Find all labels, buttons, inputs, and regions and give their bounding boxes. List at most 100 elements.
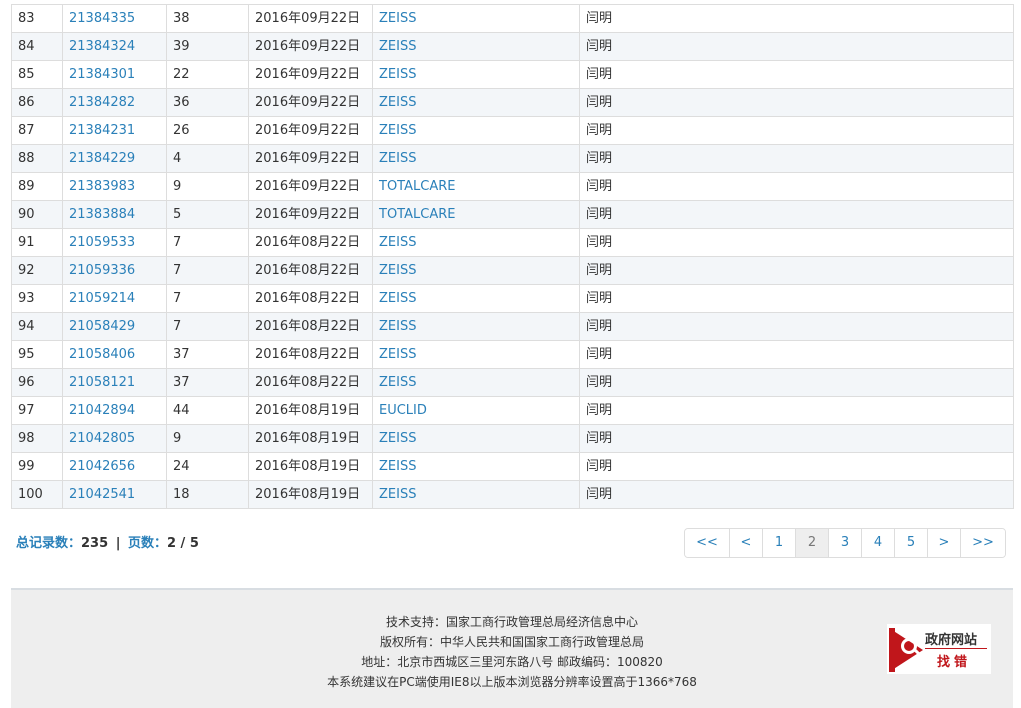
cell-brand: ZEISS bbox=[372, 452, 580, 481]
row-index: 99 bbox=[18, 459, 35, 474]
registration-number-link[interactable]: 21059214 bbox=[69, 291, 135, 306]
row-index: 90 bbox=[18, 207, 35, 222]
cell-idx: 87 bbox=[11, 116, 63, 145]
pagination-next[interactable]: > bbox=[927, 529, 960, 557]
registration-number-link[interactable]: 21384282 bbox=[69, 95, 135, 110]
brand-name-link[interactable]: EUCLID bbox=[379, 403, 427, 418]
row-index: 88 bbox=[18, 151, 35, 166]
registration-number-link[interactable]: 21042541 bbox=[69, 487, 135, 502]
pagination-page-1[interactable]: 1 bbox=[762, 529, 795, 557]
cell-idx: 88 bbox=[11, 144, 63, 173]
row-index: 92 bbox=[18, 263, 35, 278]
registration-number-link[interactable]: 21384229 bbox=[69, 151, 135, 166]
cell-idx: 89 bbox=[11, 172, 63, 201]
application-date: 2016年08月19日 bbox=[255, 431, 361, 446]
application-date: 2016年09月22日 bbox=[255, 95, 361, 110]
brand-name-link[interactable]: ZEISS bbox=[379, 431, 416, 446]
registration-number-link[interactable]: 21059533 bbox=[69, 235, 135, 250]
brand-name-link[interactable]: ZEISS bbox=[379, 347, 416, 362]
cell-class: 37 bbox=[166, 368, 249, 397]
registration-number-link[interactable]: 21059336 bbox=[69, 263, 135, 278]
registration-number-link[interactable]: 21042894 bbox=[69, 403, 135, 418]
cell-reg_no: 21058121 bbox=[62, 368, 167, 397]
pagination-first[interactable]: << bbox=[685, 529, 729, 557]
cell-date: 2016年09月22日 bbox=[248, 144, 373, 173]
brand-name-link[interactable]: TOTALCARE bbox=[379, 207, 455, 222]
cell-date: 2016年08月22日 bbox=[248, 368, 373, 397]
registration-number-link[interactable]: 21058121 bbox=[69, 375, 135, 390]
pagination-prev[interactable]: < bbox=[729, 529, 762, 557]
table-row: 91 21059533 7 2016年08月22日 ZEISS 闫明 bbox=[11, 228, 1014, 257]
cell-reg_no: 21384231 bbox=[62, 116, 167, 145]
class-number: 39 bbox=[173, 39, 190, 54]
registration-number-link[interactable]: 21383983 bbox=[69, 179, 135, 194]
cell-agent: 闫明 bbox=[579, 284, 1014, 313]
class-number: 7 bbox=[173, 291, 182, 306]
registration-number-link[interactable]: 21042656 bbox=[69, 459, 135, 474]
cell-date: 2016年09月22日 bbox=[248, 116, 373, 145]
brand-name-link[interactable]: ZEISS bbox=[379, 95, 416, 110]
table-row: 88 21384229 4 2016年09月22日 ZEISS 闫明 bbox=[11, 144, 1014, 173]
brand-name-link[interactable]: ZEISS bbox=[379, 459, 416, 474]
footer-copyright: 版权所有：中华人民共和国国家工商行政管理总局 bbox=[379, 635, 644, 649]
cell-date: 2016年08月19日 bbox=[248, 396, 373, 425]
gov-site-error-report-badge[interactable]: 政府网站 找错 bbox=[887, 624, 991, 674]
brand-name-link[interactable]: ZEISS bbox=[379, 487, 416, 502]
cell-reg_no: 21059336 bbox=[62, 256, 167, 285]
cell-class: 9 bbox=[166, 424, 249, 453]
registration-number-link[interactable]: 21058406 bbox=[69, 347, 135, 362]
brand-name-link[interactable]: ZEISS bbox=[379, 11, 416, 26]
cell-class: 36 bbox=[166, 88, 249, 117]
pagination-page-5[interactable]: 5 bbox=[894, 529, 927, 557]
table-row: 99 21042656 24 2016年08月19日 ZEISS 闫明 bbox=[11, 452, 1014, 481]
application-date: 2016年08月22日 bbox=[255, 263, 361, 278]
cell-class: 7 bbox=[166, 312, 249, 341]
page-count-value: 2 / 5 bbox=[166, 536, 199, 551]
cell-reg_no: 21383983 bbox=[62, 172, 167, 201]
brand-name-link[interactable]: ZEISS bbox=[379, 151, 416, 166]
agent-name: 闫明 bbox=[586, 95, 613, 110]
cell-reg_no: 21384229 bbox=[62, 144, 167, 173]
registration-number-link[interactable]: 21384324 bbox=[69, 39, 135, 54]
class-number: 7 bbox=[173, 235, 182, 250]
cell-idx: 92 bbox=[11, 256, 63, 285]
registration-number-link[interactable]: 21042805 bbox=[69, 431, 135, 446]
cell-idx: 90 bbox=[11, 200, 63, 229]
brand-name-link[interactable]: ZEISS bbox=[379, 263, 416, 278]
brand-name-link[interactable]: ZEISS bbox=[379, 235, 416, 250]
application-date: 2016年09月22日 bbox=[255, 11, 361, 26]
row-index: 98 bbox=[18, 431, 35, 446]
agent-name: 闫明 bbox=[586, 291, 613, 306]
pagination-page-2[interactable]: 2 bbox=[795, 529, 828, 557]
registration-number-link[interactable]: 21058429 bbox=[69, 319, 135, 334]
row-index: 86 bbox=[18, 95, 35, 110]
brand-name-link[interactable]: ZEISS bbox=[379, 67, 416, 82]
cell-reg_no: 21384335 bbox=[62, 4, 167, 33]
cell-brand: TOTALCARE bbox=[372, 172, 580, 201]
class-number: 24 bbox=[173, 459, 190, 474]
brand-name-link[interactable]: ZEISS bbox=[379, 375, 416, 390]
pagination-last[interactable]: >> bbox=[960, 529, 1005, 557]
table-row: 94 21058429 7 2016年08月22日 ZEISS 闫明 bbox=[11, 312, 1014, 341]
cell-brand: ZEISS bbox=[372, 144, 580, 173]
pagination-page-4[interactable]: 4 bbox=[861, 529, 894, 557]
cell-date: 2016年09月22日 bbox=[248, 172, 373, 201]
brand-name-link[interactable]: ZEISS bbox=[379, 319, 416, 334]
cell-idx: 94 bbox=[11, 312, 63, 341]
brand-name-link[interactable]: ZEISS bbox=[379, 291, 416, 306]
cell-idx: 95 bbox=[11, 340, 63, 369]
registration-number-link[interactable]: 21384231 bbox=[69, 123, 135, 138]
registration-number-link[interactable]: 21384301 bbox=[69, 67, 135, 82]
pagination-page-3[interactable]: 3 bbox=[828, 529, 861, 557]
record-summary: 总记录数：235 | 页数：2 / 5 bbox=[16, 532, 199, 551]
cell-class: 18 bbox=[166, 480, 249, 509]
total-records-label: 总记录数： bbox=[16, 536, 82, 551]
cell-class: 24 bbox=[166, 452, 249, 481]
registration-number-link[interactable]: 21383884 bbox=[69, 207, 135, 222]
brand-name-link[interactable]: ZEISS bbox=[379, 39, 416, 54]
registration-number-link[interactable]: 21384335 bbox=[69, 11, 135, 26]
brand-name-link[interactable]: TOTALCARE bbox=[379, 179, 455, 194]
agent-name: 闫明 bbox=[586, 11, 613, 26]
brand-name-link[interactable]: ZEISS bbox=[379, 123, 416, 138]
cell-reg_no: 21384301 bbox=[62, 60, 167, 89]
